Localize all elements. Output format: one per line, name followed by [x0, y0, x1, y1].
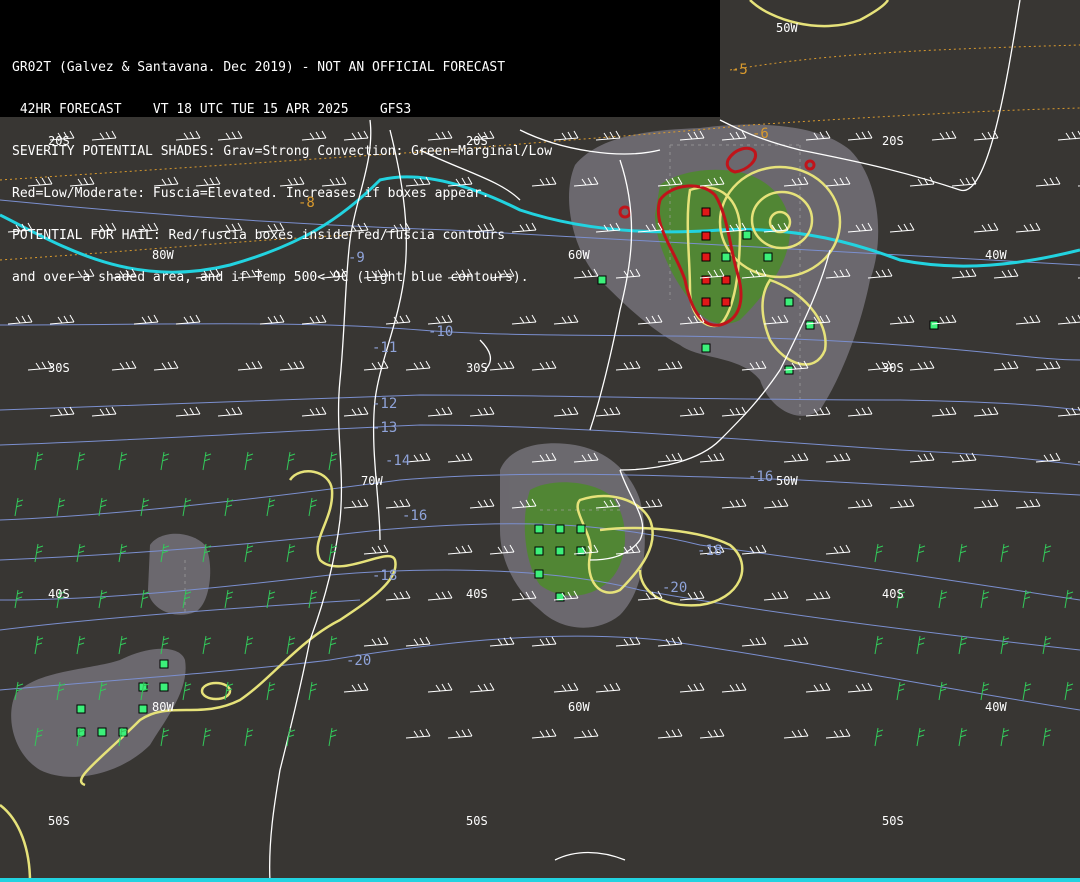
label-lat-50s: 50S [466, 814, 488, 828]
header-line-5: POTENTIAL FOR HAIL: Red/fuscia boxes ins… [12, 229, 506, 243]
label-lon-50w: 50W [776, 474, 798, 488]
temp-label: -9 [348, 250, 365, 266]
label-lat-50s: 50S [48, 814, 70, 828]
header-line-2: 42HR FORECAST VT 18 UTC TUE 15 APR 2025 … [12, 103, 412, 117]
temp-label: -18 [697, 543, 723, 559]
label-lat-30s: 30S [48, 361, 70, 375]
temp-label: -20 [346, 653, 372, 669]
label-lat-40s: 40S [466, 587, 488, 601]
header-line-4: Red=Low/Moderate: Fuscia=Elevated. Incre… [12, 187, 490, 201]
label-lat-30s: 30S [466, 361, 488, 375]
label-lon-40w: 40W [985, 700, 1007, 714]
header-line-6: and over a shaded area, and if Temp 500<… [12, 271, 529, 285]
contour-label: -6 [752, 126, 769, 142]
temp-label: -10 [428, 324, 454, 340]
label-lon-60w: 60W [568, 700, 590, 714]
temp-label: -13 [372, 420, 398, 436]
temp-label: -16 [402, 508, 428, 524]
header-line-3: SEVERITY POTENTIAL SHADES: Grav=Strong C… [12, 145, 553, 159]
label-lon-80w: 80W [152, 248, 174, 262]
temp-label: -16 [748, 469, 774, 485]
label-lat-40s: 40S [48, 587, 70, 601]
temp-label: -18 [372, 568, 398, 584]
temp-label: -14 [385, 453, 411, 469]
temp-label: -11 [372, 340, 398, 356]
bottom-bar [0, 878, 1080, 882]
temp-label: -12 [372, 396, 398, 412]
label-lon-60w: 60W [568, 248, 590, 262]
label-lat-20s: 20S [48, 134, 70, 148]
contour-label: -8 [298, 195, 315, 211]
label-lat-40s: 40S [882, 587, 904, 601]
label-lat-20s: 20S [882, 134, 904, 148]
label-lon-40w: 40W [985, 248, 1007, 262]
label-lat-50s: 50S [882, 814, 904, 828]
label-lon-50w: 50W [776, 21, 798, 35]
label-lon-80w: 80W [152, 700, 174, 714]
label-lat-30s: 30S [882, 361, 904, 375]
contour-label: -5 [731, 62, 748, 78]
label-lon-70w: 70W [361, 474, 383, 488]
label-lat-20s: 20S [466, 134, 488, 148]
forecast-header: GR02T (Galvez & Santavana. Dec 2019) - N… [0, 0, 720, 285]
temp-label: -20 [662, 580, 688, 596]
header-line-1: GR02T (Galvez & Santavana. Dec 2019) - N… [12, 61, 506, 75]
